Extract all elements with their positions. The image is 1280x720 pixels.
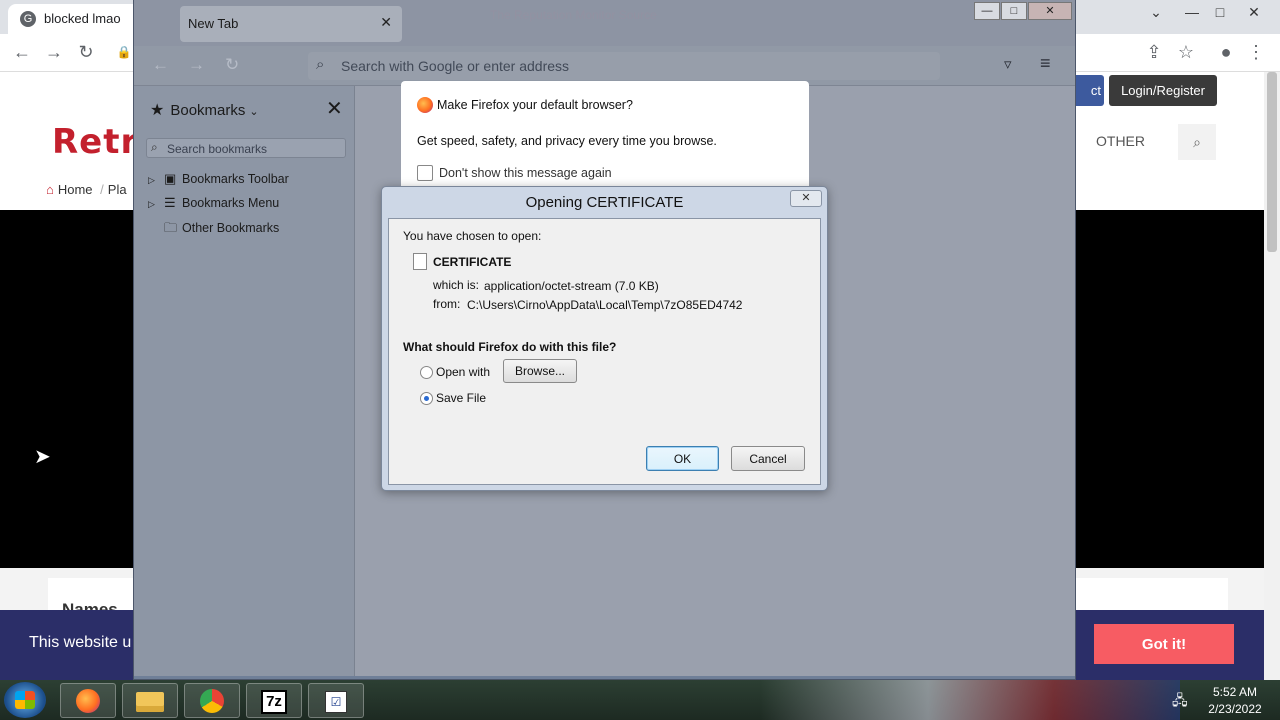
chrome-minimize-button[interactable]: — [1178, 2, 1206, 24]
ff-back-arrow-icon[interactable]: ← [152, 55, 169, 75]
page-scrollbar-thumb[interactable] [1267, 72, 1277, 252]
profile-icon[interactable]: ● [1214, 40, 1238, 64]
menu-folder-icon: ☰ [164, 195, 176, 210]
firefox-window-controls: — □ ✕ [972, 0, 1075, 20]
reload-icon[interactable]: ↻ [74, 40, 98, 64]
firefox-tab-new-tab[interactable]: New Tab ✕ [180, 6, 402, 42]
bookmarks-search-placeholder: Search bookmarks [167, 142, 268, 156]
clock-time[interactable]: 5:52 AM [1200, 685, 1270, 699]
chevron-down-icon: ⌄ [249, 106, 259, 118]
mouse-pointer-icon: ➤ [34, 446, 51, 468]
toolbar-folder-icon: ▣ [164, 171, 177, 186]
bookmarks-sidebar-title: Bookmarks [170, 102, 246, 119]
bookmark-star-icon[interactable]: ☆ [1174, 40, 1198, 64]
home-icon: ⌂ [46, 182, 54, 197]
windows-logo-icon [15, 691, 35, 709]
chrome-menu-icon[interactable]: ⋮ [1244, 40, 1268, 64]
star-icon: ★ [150, 102, 165, 119]
7zip-label: 7z [261, 690, 287, 714]
expand-arrow-icon[interactable]: ▷ [148, 199, 164, 210]
file-type-value: application/octet-stream (7.0 KB) [484, 279, 659, 293]
default-notice-body: Get speed, safety, and privacy every tim… [417, 134, 717, 148]
dialog-close-button[interactable]: ✕ [790, 190, 822, 207]
default-notice-title: Make Firefox your default browser? [437, 98, 633, 112]
expand-arrow-icon[interactable]: ▷ [148, 175, 164, 186]
bookmark-folder-label: Bookmarks Menu [182, 196, 280, 210]
ff-reload-icon[interactable]: ↻ [225, 55, 239, 75]
tab-close-icon[interactable]: ✕ [380, 14, 392, 31]
chrome-close-button[interactable]: ✕ [1240, 2, 1268, 24]
bookmark-folder-menu[interactable]: ▷ ☰ Bookmarks Menu [148, 195, 279, 211]
chrome-tab[interactable]: G blocked lmao [8, 4, 140, 34]
ok-button[interactable]: OK [646, 446, 719, 471]
bookmark-folder-label: Bookmarks Toolbar [182, 172, 289, 186]
firefox-taskbar-icon[interactable] [60, 683, 116, 718]
firefox-menu-icon[interactable]: ≡ [1040, 53, 1051, 74]
forward-arrow-icon[interactable]: → [42, 40, 66, 64]
clock-date[interactable]: 2/23/2022 [1200, 702, 1270, 716]
bookmarks-search-input[interactable]: ⌕ Search bookmarks [146, 138, 346, 158]
firefox-address-bar[interactable]: ⌕ Search with Google or enter address [308, 52, 940, 80]
dialog-question: What should Firefox do with this file? [403, 340, 617, 354]
file-icon [413, 253, 427, 270]
file-source-path: C:\Users\Cirno\AppData\Local\Temp\7zO85E… [467, 298, 743, 312]
folder-icon: 🗀 [164, 220, 178, 235]
chrome-maximize-button[interactable]: □ [1206, 2, 1234, 24]
cancel-button[interactable]: Cancel [731, 446, 805, 471]
save-file-label[interactable]: Save File [436, 391, 486, 405]
chrome-taskbar-icon[interactable] [184, 683, 240, 718]
dont-show-checkbox[interactable] [417, 165, 433, 181]
breadcrumb-separator: / [100, 182, 104, 197]
address-input[interactable]: Search with Google or enter address [341, 58, 569, 74]
bookmark-folder-toolbar[interactable]: ▷ ▣ Bookmarks Toolbar [148, 171, 289, 187]
bookmark-folder-label: Other Bookmarks [182, 221, 280, 235]
breadcrumb: ⌂ Home / Pla [46, 182, 127, 197]
share-icon[interactable]: ⇪ [1142, 40, 1166, 64]
site-logo[interactable]: Retr [52, 122, 138, 162]
dialog-title: Opening CERTIFICATE [525, 194, 684, 211]
open-with-label[interactable]: Open with [436, 365, 490, 379]
breadcrumb-home[interactable]: Home [58, 182, 93, 197]
back-arrow-icon[interactable]: ← [10, 40, 34, 64]
bookmarks-sidebar-header[interactable]: ★ Bookmarks ⌄ [150, 100, 259, 120]
save-file-radio[interactable] [420, 392, 433, 405]
sidebar-close-icon[interactable]: ✕ [326, 96, 343, 121]
dialog-intro: You have chosen to open: [403, 229, 542, 243]
chrome-tab-title: blocked lmao [44, 11, 121, 26]
search-icon: ⌕ [151, 140, 158, 154]
start-button[interactable] [4, 682, 46, 718]
url-search-icon: ⌕ [316, 56, 325, 73]
firefox-maximize-button[interactable]: □ [1001, 2, 1027, 20]
cookie-banner-text: This website u [29, 634, 132, 651]
cookie-accept-button[interactable]: Got it! [1094, 624, 1234, 664]
dialog-file-name: CERTIFICATE [433, 255, 512, 269]
bookmark-folder-other[interactable]: 🗀 Other Bookmarks [148, 219, 279, 241]
taskbar-wallpaper-art [760, 680, 1180, 720]
login-register-button[interactable]: Login/Register [1109, 75, 1217, 106]
chrome-tab-search-chevron-down-icon[interactable]: ⌄ [1142, 2, 1170, 24]
nav-item-other[interactable]: OTHER [1096, 133, 1145, 149]
which-is-label: which is: [433, 278, 480, 292]
7zip-taskbar-icon[interactable]: 7z [246, 683, 302, 718]
browse-button[interactable]: Browse... [503, 359, 577, 383]
firefox-background-tab[interactable]: The Reputation Monitor Source [490, 8, 720, 28]
ff-forward-arrow-icon[interactable]: → [188, 55, 205, 75]
dont-show-checkbox-label[interactable]: Don't show this message again [439, 166, 612, 180]
breadcrumb-current[interactable]: Pla [108, 182, 127, 197]
open-with-radio[interactable] [420, 366, 433, 379]
pocket-icon[interactable]: ▿ [1004, 55, 1012, 73]
tab-favicon-icon: G [20, 11, 36, 27]
from-label: from: [433, 297, 461, 311]
firefox-logo-icon [417, 97, 433, 113]
network-tray-icon[interactable]: 🖧 [1172, 690, 1188, 714]
notepad-taskbar-icon[interactable]: ☑ [308, 683, 364, 718]
tab-label: New Tab [188, 16, 239, 31]
site-search-icon[interactable]: ⌕ [1178, 124, 1216, 160]
file-explorer-taskbar-icon[interactable] [122, 683, 178, 718]
firefox-minimize-button[interactable]: — [974, 2, 1000, 20]
firefox-close-button[interactable]: ✕ [1028, 2, 1072, 20]
